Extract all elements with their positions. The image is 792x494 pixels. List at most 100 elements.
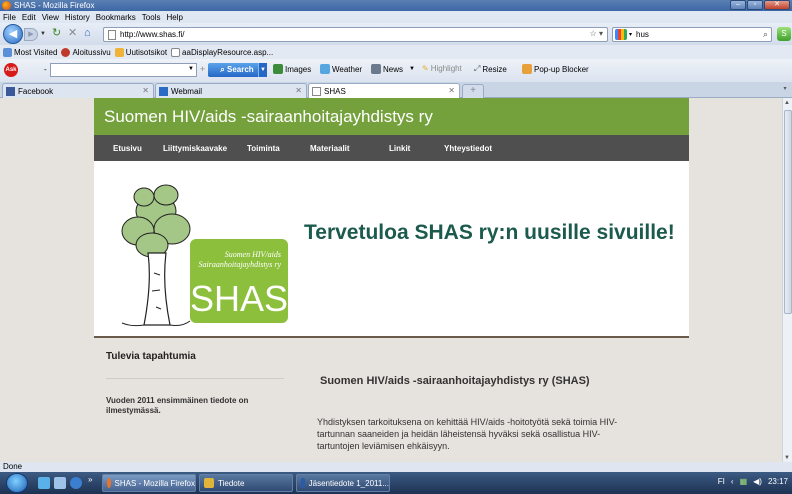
bookmark-aloitussivu[interactable]: Aloitussivu xyxy=(61,47,111,57)
nav-materiaalit[interactable]: Materiaalit xyxy=(310,144,350,153)
ask-news[interactable]: News ▼ xyxy=(371,64,415,74)
menu-file[interactable]: File xyxy=(3,13,16,22)
url-bar[interactable]: http://www.shas.fi/ ☆ ▾ xyxy=(103,27,608,42)
sidebar-divider xyxy=(106,378,284,379)
most-visited-icon xyxy=(3,47,12,57)
ask-item-label: Weather xyxy=(332,64,363,74)
forward-button[interactable]: ▶ xyxy=(24,28,38,41)
new-tab-button[interactable]: + xyxy=(462,84,484,98)
clock[interactable]: 23:17 xyxy=(768,477,788,486)
search-bar[interactable]: ▾ hus ⌕ xyxy=(612,27,772,42)
addon-icon[interactable]: S xyxy=(777,27,791,41)
bookmark-aadisplay[interactable]: aaDisplayResource.asp... xyxy=(171,47,273,57)
search-icon[interactable]: ⌕ xyxy=(763,29,768,40)
bookmark-uutisotsikot[interactable]: Uutisotsikot xyxy=(114,47,167,57)
show-desktop-icon[interactable] xyxy=(38,477,50,489)
ask-search-dropdown[interactable]: ▼ xyxy=(258,63,267,77)
menu-view[interactable]: View xyxy=(42,13,59,22)
ask-weather[interactable]: Weather xyxy=(320,64,362,74)
language-indicator[interactable]: FI xyxy=(718,477,725,486)
menu-help[interactable]: Help xyxy=(166,13,182,22)
menu-tools[interactable]: Tools xyxy=(142,13,161,22)
taskbar-label: Tiedote xyxy=(218,478,245,488)
nav-yhteystiedot[interactable]: Yhteystiedot xyxy=(444,144,492,153)
taskbar-firefox[interactable]: SHAS - Mozilla Firefox xyxy=(102,474,196,492)
menu-history[interactable]: History xyxy=(65,13,90,22)
tray-expand-icon[interactable]: ‹ xyxy=(731,477,734,486)
bookmarks-toolbar: Most Visited Aloitussivu Uutisotsikot aa… xyxy=(0,45,792,59)
ask-item-label: Images xyxy=(285,64,312,74)
close-tab-icon[interactable]: ✕ xyxy=(142,86,149,95)
start-button[interactable] xyxy=(6,473,28,493)
ask-resize[interactable]: ⤢ Resize xyxy=(474,64,507,74)
ask-search-input[interactable]: ▼ xyxy=(50,63,197,77)
page-icon xyxy=(171,47,181,57)
lower-section: Tulevia tapahtumia Vuoden 2011 ensimmäin… xyxy=(94,340,689,462)
tab-facebook[interactable]: Facebook ✕ xyxy=(2,83,154,98)
volume-icon[interactable]: ◀) xyxy=(753,477,762,486)
menu-edit[interactable]: Edit xyxy=(22,13,36,22)
engine-dropdown-icon[interactable]: ▾ xyxy=(629,31,632,38)
word-icon xyxy=(301,478,305,488)
maximize-button[interactable]: ▫ xyxy=(747,0,763,10)
tab-webmail[interactable]: Webmail ✕ xyxy=(155,83,307,98)
vertical-scrollbar[interactable]: ▲ ▼ xyxy=(782,98,792,462)
nav-etusivu[interactable]: Etusivu xyxy=(113,144,142,153)
nav-linkit[interactable]: Linkit xyxy=(389,144,410,153)
history-dropdown-icon[interactable]: ▼ xyxy=(40,31,46,37)
facebook-icon xyxy=(6,86,15,96)
ask-logo[interactable]: Ask xyxy=(4,63,18,77)
quicklaunch-more-icon[interactable]: » xyxy=(88,475,92,484)
network-icon[interactable]: ▦ xyxy=(740,477,748,486)
taskbar-jasentiedote[interactable]: Jäsentiedote 1_2011... xyxy=(296,474,390,492)
ask-dash: - xyxy=(44,65,47,74)
chevron-down-icon[interactable]: ▼ xyxy=(409,66,415,72)
scroll-down-icon[interactable]: ▼ xyxy=(784,455,790,461)
firefox-icon xyxy=(2,1,11,10)
close-tab-icon[interactable]: ✕ xyxy=(448,86,455,95)
webmail-icon xyxy=(159,86,168,96)
ask-highlight[interactable]: ✎ Highlight xyxy=(422,64,462,73)
popup-blocker-icon xyxy=(522,64,532,74)
taskbar-tiedote[interactable]: Tiedote xyxy=(199,474,293,492)
main-title: Suomen HIV/aids -sairaanhoitajayhdistys … xyxy=(320,375,590,387)
scroll-thumb[interactable] xyxy=(784,110,792,314)
page-icon xyxy=(108,29,116,40)
back-button[interactable]: ◀ xyxy=(3,24,23,44)
tab-list-dropdown-icon[interactable]: ▾ xyxy=(780,85,790,97)
stop-icon[interactable]: ✕ xyxy=(68,28,77,39)
search-input[interactable]: hus xyxy=(636,30,649,39)
bookmark-most-visited[interactable]: Most Visited xyxy=(3,47,58,57)
nav-liittymiskaavake[interactable]: Liittymiskaavake xyxy=(163,144,227,153)
nav-toiminta[interactable]: Toiminta xyxy=(247,144,280,153)
google-icon[interactable] xyxy=(615,29,627,40)
close-tab-icon[interactable]: ✕ xyxy=(295,86,302,95)
bookmark-star-icon[interactable]: ☆ ▾ xyxy=(590,29,603,38)
chevron-down-icon[interactable]: ▼ xyxy=(188,66,194,72)
web-content: Suomen HIV/aids -sairaanhoitajayhdistys … xyxy=(0,98,782,462)
ie-icon[interactable] xyxy=(70,477,82,489)
close-button[interactable]: ✕ xyxy=(764,0,790,10)
reload-icon[interactable]: ↻ xyxy=(52,28,61,39)
ask-images[interactable]: Images xyxy=(273,64,311,74)
tab-label: Facebook xyxy=(18,86,54,96)
news-icon xyxy=(371,64,381,74)
logo-line2: Sairaanhoitajayhdistys ry xyxy=(199,260,282,269)
main-text: Yhdistyksen tarkoituksena on kehittää HI… xyxy=(317,417,618,451)
site-nav: Etusivu Liittymiskaavake Toiminta Materi… xyxy=(94,135,689,161)
resize-icon: ⤢ xyxy=(474,64,481,73)
minimize-button[interactable]: – xyxy=(730,0,746,10)
home-icon[interactable]: ⌂ xyxy=(84,28,91,39)
shas-site: Suomen HIV/aids -sairaanhoitajayhdistys … xyxy=(94,98,689,462)
switch-windows-icon[interactable] xyxy=(54,477,66,489)
taskbar-label: SHAS - Mozilla Firefox xyxy=(114,478,195,488)
ask-item-label: News xyxy=(383,64,404,74)
tab-shas[interactable]: SHAS ✕ xyxy=(308,83,460,98)
menu-bookmarks[interactable]: Bookmarks xyxy=(96,13,136,22)
tab-label: Webmail xyxy=(171,86,202,96)
bookmark-label: Most Visited xyxy=(14,47,58,57)
taskbar-label: Jäsentiedote 1_2011... xyxy=(308,478,389,488)
ask-item-label: Highlight xyxy=(430,64,462,73)
ask-popup-blocker[interactable]: Pop-up Blocker xyxy=(522,64,589,74)
scroll-up-icon[interactable]: ▲ xyxy=(784,100,790,106)
